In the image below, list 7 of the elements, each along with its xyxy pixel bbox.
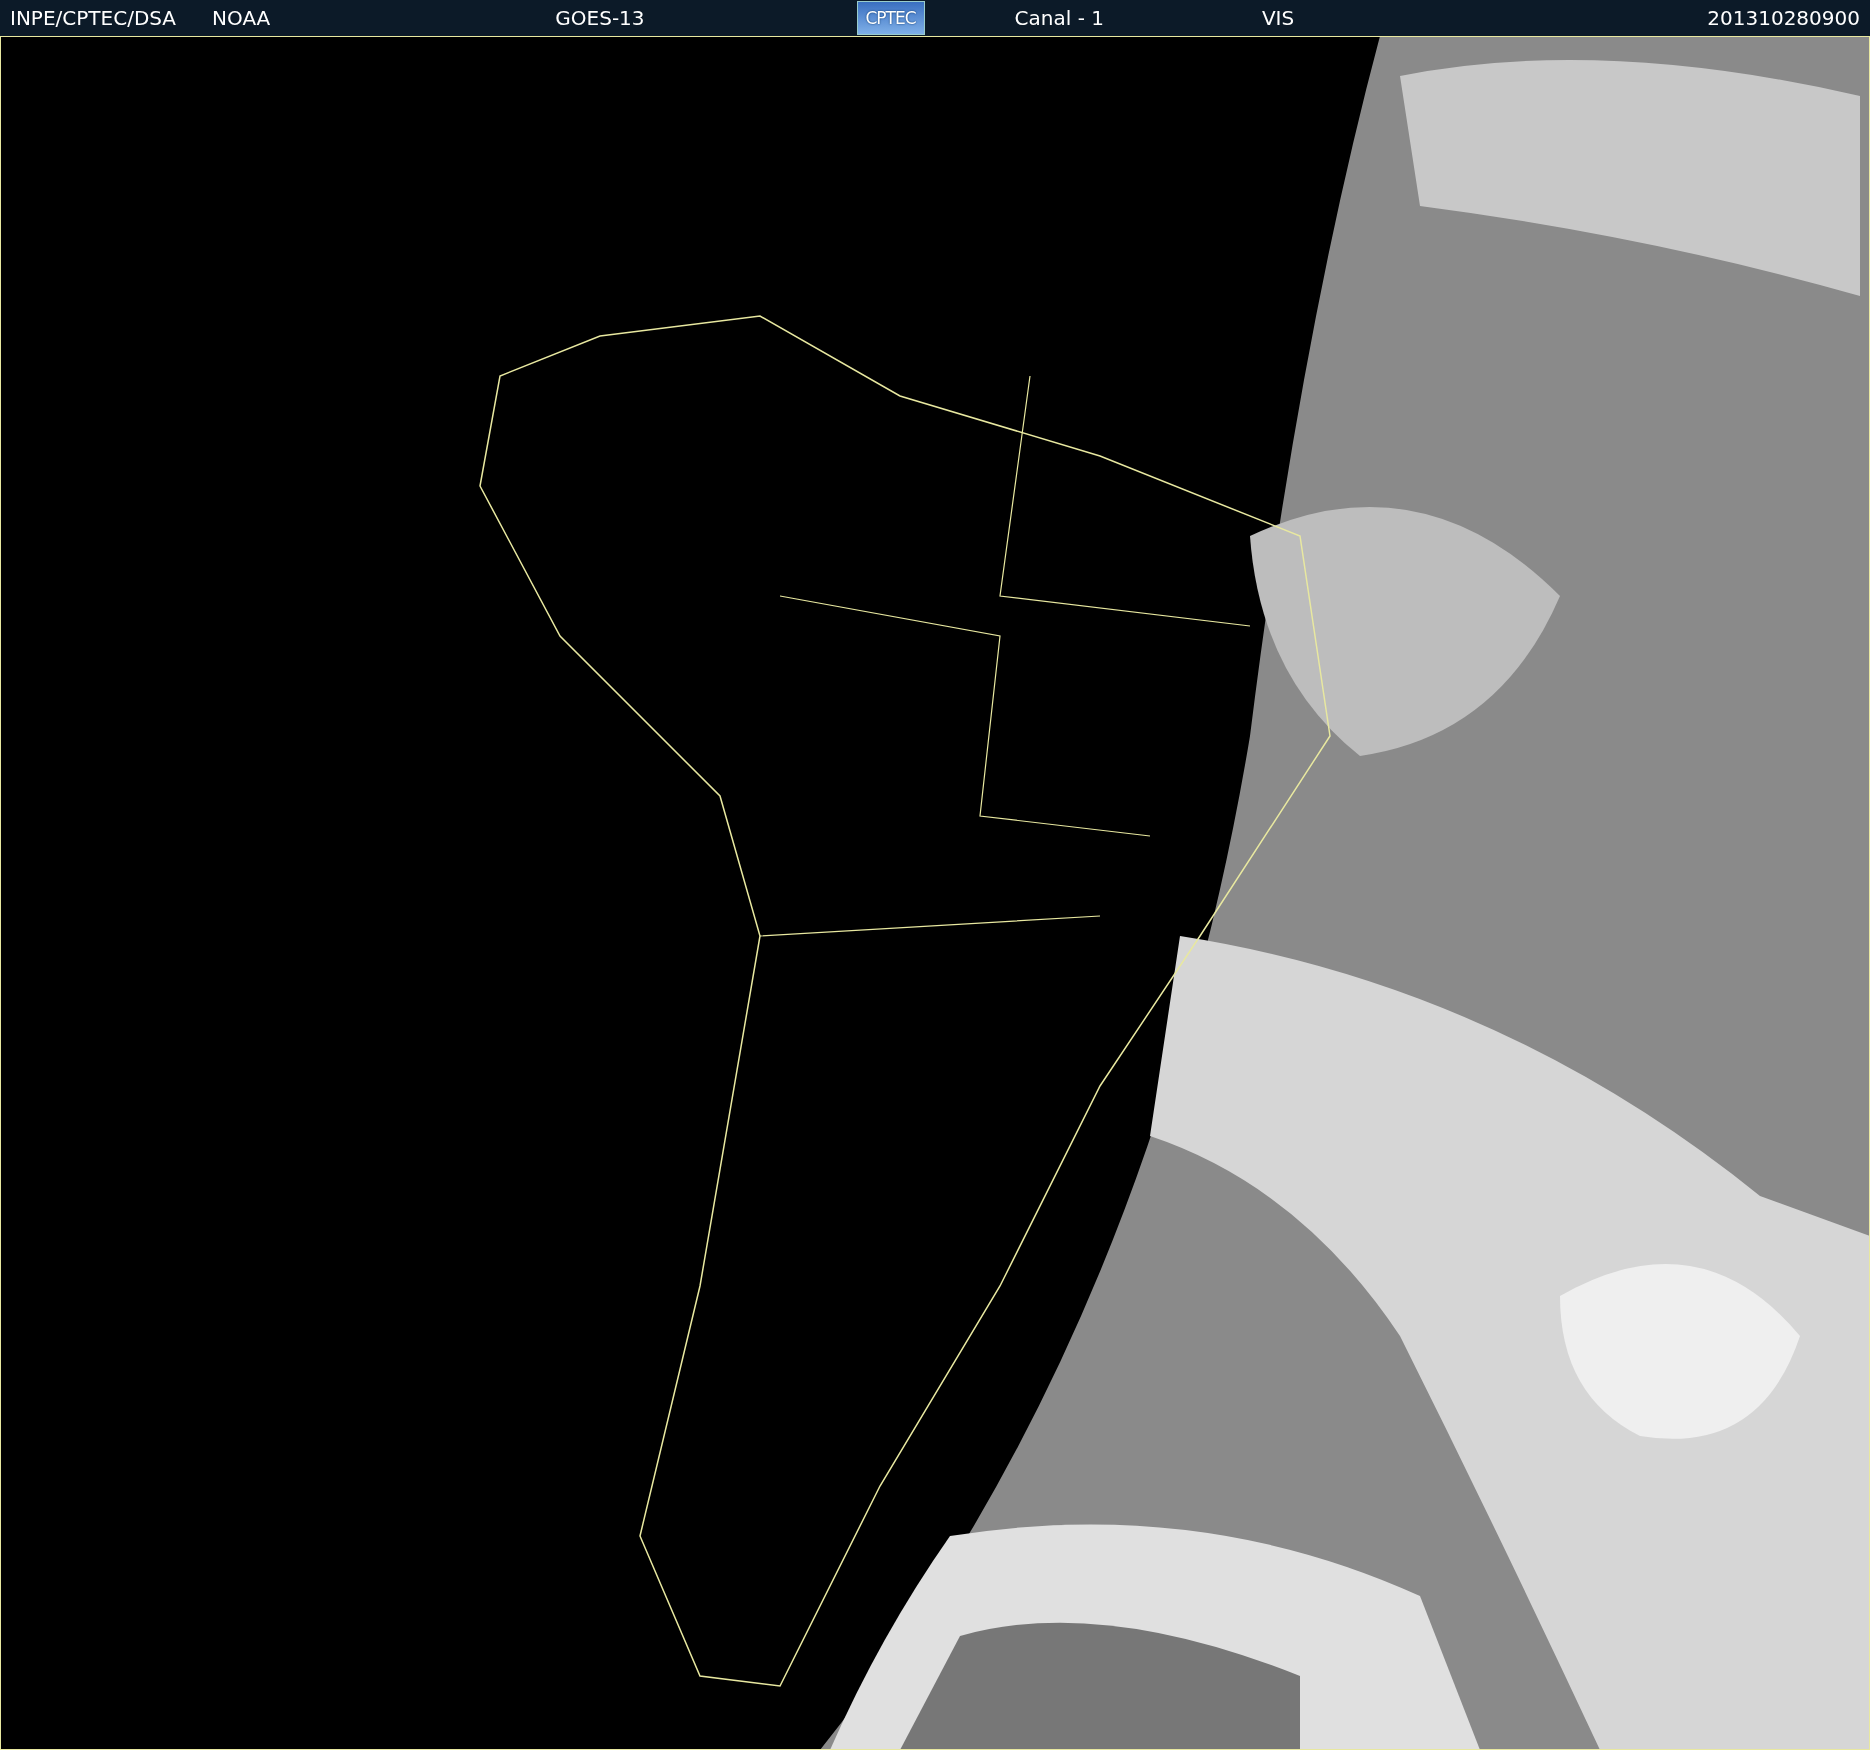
- header-label: NOAA: [212, 5, 271, 32]
- header-label: Canal - 1: [1014, 5, 1104, 32]
- logo: CPTEC: [856, 1, 925, 35]
- header-label: 201310280900: [1707, 5, 1860, 32]
- header-label: VIS: [1261, 5, 1295, 32]
- header-label: GOES-13: [555, 5, 645, 32]
- header-label: INPE/CPTEC/DSA: [10, 5, 177, 32]
